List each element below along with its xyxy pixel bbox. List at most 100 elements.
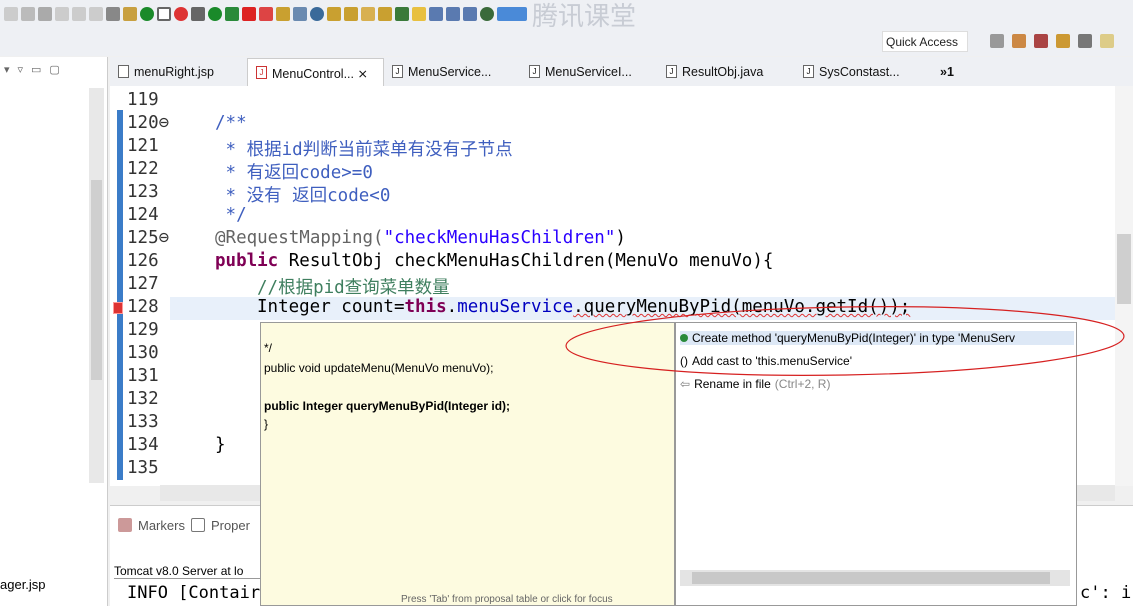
- code-line-121: * 根据id判断当前菜单有没有子节点: [215, 140, 513, 160]
- toolbar-icon[interactable]: [327, 7, 341, 21]
- toolbar-icon[interactable]: [157, 7, 171, 21]
- proposal-rename[interactable]: ⇦ Rename in file (Ctrl+2, R): [680, 377, 830, 391]
- code-line-126: public ResultObj checkMenuHasChildren(Me…: [215, 251, 773, 271]
- toolbar-icon[interactable]: [259, 7, 273, 21]
- toolbar-icon[interactable]: [38, 7, 52, 21]
- tab-markers[interactable]: Markers: [138, 518, 185, 533]
- toolbar-icon[interactable]: [310, 7, 324, 21]
- tab-overflow[interactable]: »1: [932, 58, 964, 86]
- toolbar-icon[interactable]: [89, 7, 103, 21]
- tab-menuright-jsp[interactable]: menuRight.jsp: [110, 58, 247, 86]
- toolbar-icon[interactable]: [21, 7, 35, 21]
- toolbar-icon[interactable]: [276, 7, 290, 21]
- proposal-label: Rename in file: [694, 377, 771, 391]
- tab-label: MenuServiceI...: [545, 65, 632, 79]
- tab-properties[interactable]: Proper: [211, 518, 250, 533]
- line-number: 133: [127, 412, 159, 432]
- line-number: 131: [127, 366, 159, 386]
- javadoc-hover: */ public void updateMenu(MenuVo menuVo)…: [260, 322, 675, 606]
- editor-tabs: menuRight.jsp J MenuControl... ⨯ J MenuSer…: [110, 57, 1133, 86]
- quick-access-input[interactable]: Quick Access: [882, 31, 968, 52]
- toolbar-icon[interactable]: [72, 7, 86, 21]
- tab-label: MenuService...: [408, 65, 492, 79]
- code-text: .: [446, 297, 458, 317]
- scrollbar-thumb[interactable]: [1117, 234, 1131, 304]
- java-ee-perspective-icon[interactable]: [1100, 34, 1114, 48]
- left-scrollbar-thumb[interactable]: [91, 180, 102, 380]
- paren: ): [615, 228, 626, 248]
- line-number: 127: [127, 274, 159, 294]
- scrollbar-thumb[interactable]: [692, 572, 1050, 584]
- toolbar-icon[interactable]: [225, 7, 239, 21]
- keyword: public: [215, 251, 279, 271]
- tab-menucontroller[interactable]: J MenuControl... ⨯: [247, 58, 384, 86]
- cast-icon: (): [680, 354, 688, 368]
- console-title: Tomcat v8.0 Server at lo: [114, 564, 264, 579]
- toolbar-icon[interactable]: [361, 7, 375, 21]
- editor-vertical-scrollbar[interactable]: [1115, 86, 1133, 486]
- stop-icon[interactable]: [242, 7, 256, 21]
- method-signature: ResultObj checkMenuHasChildren(MenuVo me…: [278, 251, 774, 271]
- console-line: INFO [Contair: [127, 583, 261, 603]
- toolbar-icon[interactable]: [395, 7, 409, 21]
- run-icon[interactable]: [140, 7, 154, 21]
- tab-menuservice[interactable]: J MenuService...: [384, 58, 521, 86]
- rename-icon: ⇦: [680, 377, 691, 391]
- change-ruler: [117, 110, 123, 480]
- java-file-icon: J: [666, 65, 677, 78]
- toolbar-icon[interactable]: [106, 7, 120, 21]
- code-line-127: //根据pid查询菜单数量: [257, 278, 450, 298]
- toolbar-icon[interactable]: [123, 7, 137, 21]
- toolbar-icon[interactable]: [480, 7, 494, 21]
- perspective-icon[interactable]: [1012, 34, 1026, 48]
- line-number: 134: [127, 435, 159, 455]
- toolbar-icon[interactable]: [344, 7, 358, 21]
- toolbar-icon[interactable]: [429, 7, 443, 21]
- code-line-122: * 有返回code>=0: [215, 163, 373, 183]
- toolbar-icon[interactable]: [4, 7, 18, 21]
- properties-icon: [190, 518, 205, 532]
- perspective-icon[interactable]: [1034, 34, 1048, 48]
- jsp-file-icon: [118, 65, 129, 78]
- java-file-icon: J: [803, 65, 814, 78]
- toolbar-icon[interactable]: [463, 7, 477, 21]
- toolbar-icon[interactable]: [293, 7, 307, 21]
- tree-item-file[interactable]: ager.jsp: [0, 577, 46, 592]
- line-number: 125⊖: [127, 228, 170, 248]
- tab-resultobj[interactable]: J ResultObj.java: [658, 58, 795, 86]
- view-controls[interactable]: ▾▿▭▢: [4, 63, 68, 76]
- java-file-icon: J: [529, 65, 540, 78]
- console-line-right: c': i: [1080, 583, 1132, 603]
- tab-label: MenuControl... ⨯: [272, 67, 368, 81]
- main-toolbar: 腾讯课堂: [0, 0, 1133, 31]
- proposal-label: Create method 'queryMenuByPid(Integer)' …: [692, 331, 1016, 345]
- proposal-hscrollbar[interactable]: [680, 570, 1070, 586]
- toolbar-icon[interactable]: [378, 7, 392, 21]
- tab-sysconstast[interactable]: J SysConstast...: [795, 58, 932, 86]
- toolbar-icon[interactable]: [446, 7, 460, 21]
- tab-label: menuRight.jsp: [134, 65, 214, 79]
- perspective-icon[interactable]: [1056, 34, 1070, 48]
- line-number: 129: [127, 320, 159, 340]
- proposal-create-method[interactable]: Create method 'queryMenuByPid(Integer)' …: [680, 331, 1074, 345]
- debug-icon[interactable]: [191, 7, 205, 21]
- open-perspective-icon[interactable]: [990, 34, 1004, 48]
- run-icon[interactable]: [208, 7, 222, 21]
- doc-line: }: [264, 417, 269, 431]
- toolbar-icon[interactable]: [55, 7, 69, 21]
- perspective-switcher: [990, 34, 1114, 48]
- proposal-label: Add cast to 'this.menuService': [692, 354, 852, 368]
- line-number: 132: [127, 389, 159, 409]
- debug-perspective-icon[interactable]: [1078, 34, 1092, 48]
- markers-icon: [118, 518, 132, 532]
- code-text: Integer count=: [257, 297, 405, 317]
- toolbar-icon[interactable]: [174, 7, 188, 21]
- error-marker-icon[interactable]: [113, 302, 123, 314]
- proposal-add-cast[interactable]: () Add cast to 'this.menuService': [680, 354, 852, 368]
- tab-menuserviceimpl[interactable]: J MenuServiceI...: [521, 58, 658, 86]
- java-error-file-icon: J: [256, 66, 267, 79]
- line-number: 124: [127, 205, 159, 225]
- tab-label: ResultObj.java: [682, 65, 764, 79]
- line-number: 120⊖: [127, 113, 170, 133]
- toolbar-icon[interactable]: [412, 7, 426, 21]
